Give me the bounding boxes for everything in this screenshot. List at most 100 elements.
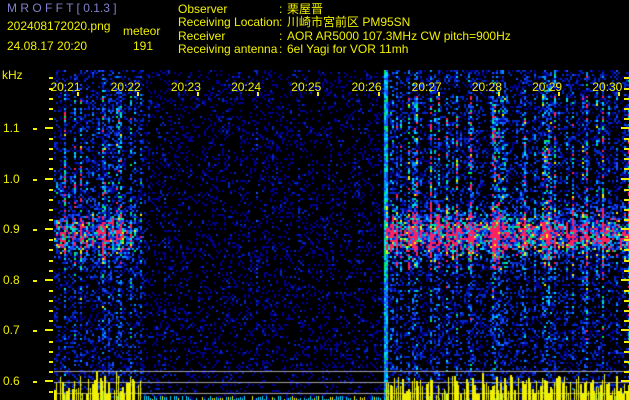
freq-minor-tick (49, 300, 53, 302)
freq-minor-tick (624, 118, 629, 120)
freq-minor-tick (49, 310, 53, 312)
freq-major-tick (45, 178, 53, 180)
freq-minor-tick (49, 209, 53, 211)
freq-minor-tick (49, 118, 53, 120)
time-tick (197, 92, 199, 96)
freq-label-dash (33, 330, 37, 332)
freq-minor-tick (624, 98, 629, 100)
freq-major-tick (45, 279, 53, 281)
freq-minor-tick (49, 270, 53, 272)
freq-minor-tick (49, 391, 53, 393)
freq-minor-tick (624, 341, 629, 343)
freq-minor-tick (624, 391, 629, 393)
freq-major-tick (45, 228, 53, 230)
freq-tick-label: 0.6 (3, 374, 20, 388)
app-title: M R O F F T [ 0.1.3 ] (7, 1, 117, 15)
info-separator: : (279, 43, 282, 56)
time-tick (618, 92, 620, 96)
freq-minor-tick (49, 290, 53, 292)
time-tick (77, 92, 79, 96)
info-label: Observer (178, 3, 227, 16)
freq-major-tick (621, 127, 629, 129)
freq-label-dash (33, 381, 37, 383)
filename-label: 202408172020.png (7, 19, 110, 33)
mrofft-spectrogram-screenshot: M R O F F T [ 0.1.3 ] 202408172020.png m… (0, 0, 629, 400)
freq-minor-tick (49, 108, 53, 110)
freq-minor-tick (624, 219, 629, 221)
freq-label-dash (33, 229, 37, 231)
freq-major-tick (621, 178, 629, 180)
freq-minor-tick (49, 351, 53, 353)
freq-major-tick (621, 329, 629, 331)
time-tick (438, 92, 440, 96)
freq-minor-tick (624, 88, 629, 90)
time-tick (378, 92, 380, 96)
time-tick (257, 92, 259, 96)
freq-unit-label: kHz (2, 68, 23, 82)
info-separator: : (279, 16, 282, 29)
freq-label-dash (33, 179, 37, 181)
freq-minor-tick (49, 199, 53, 201)
freq-minor-tick (49, 158, 53, 160)
freq-minor-tick (49, 77, 53, 79)
info-label: Receiving antenna (178, 43, 277, 56)
info-label: Receiver (178, 30, 225, 43)
info-separator: : (279, 3, 282, 16)
time-tick (317, 92, 319, 96)
spectrogram-canvas (54, 70, 629, 400)
freq-minor-tick (624, 270, 629, 272)
freq-major-tick (45, 329, 53, 331)
freq-minor-tick (49, 361, 53, 363)
meteor-count: 191 (133, 39, 153, 53)
freq-minor-tick (624, 168, 629, 170)
freq-tick-label: 0.7 (3, 323, 20, 337)
freq-major-tick (621, 380, 629, 382)
freq-minor-tick (624, 189, 629, 191)
freq-tick-label: 0.9 (3, 222, 20, 236)
freq-minor-tick (49, 260, 53, 262)
freq-tick-label: 1.1 (3, 121, 20, 135)
freq-minor-tick (49, 148, 53, 150)
freq-minor-tick (624, 209, 629, 211)
freq-minor-tick (624, 260, 629, 262)
freq-minor-tick (624, 77, 629, 79)
freq-minor-tick (49, 371, 53, 373)
freq-minor-tick (49, 239, 53, 241)
freq-minor-tick (49, 341, 53, 343)
freq-major-tick (621, 228, 629, 230)
freq-major-tick (621, 279, 629, 281)
freq-minor-tick (624, 300, 629, 302)
mode-label: meteor (123, 24, 160, 38)
freq-minor-tick (49, 98, 53, 100)
info-value: 6el Yagi for VOR 11mh (287, 43, 408, 56)
freq-minor-tick (624, 138, 629, 140)
freq-minor-tick (624, 351, 629, 353)
freq-minor-tick (624, 108, 629, 110)
freq-minor-tick (624, 310, 629, 312)
time-tick (137, 92, 139, 96)
freq-minor-tick (49, 168, 53, 170)
freq-minor-tick (624, 249, 629, 251)
freq-minor-tick (624, 148, 629, 150)
freq-minor-tick (624, 199, 629, 201)
datetime-label: 24.08.17 20:20 (7, 39, 87, 53)
freq-minor-tick (624, 239, 629, 241)
freq-label-dash (33, 128, 37, 130)
freq-label-dash (33, 280, 37, 282)
freq-minor-tick (624, 320, 629, 322)
freq-minor-tick (49, 320, 53, 322)
info-value: AOR AR5000 107.3MHz CW pitch=900Hz (287, 30, 511, 43)
info-label: Receiving Location (178, 16, 279, 29)
time-tick (498, 92, 500, 96)
freq-minor-tick (49, 219, 53, 221)
freq-minor-tick (624, 371, 629, 373)
freq-minor-tick (49, 138, 53, 140)
freq-minor-tick (624, 158, 629, 160)
time-tick (558, 92, 560, 96)
freq-major-tick (45, 127, 53, 129)
freq-minor-tick (49, 249, 53, 251)
info-value: 川崎市宮前区 PM95SN (287, 16, 410, 29)
info-separator: : (279, 30, 282, 43)
freq-tick-label: 0.8 (3, 273, 20, 287)
freq-minor-tick (624, 361, 629, 363)
